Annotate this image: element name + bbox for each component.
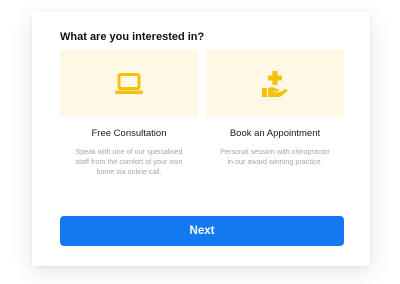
option-title: Free Consultation xyxy=(91,128,167,139)
option-book-appointment[interactable]: Book an Appointment Personal session wit… xyxy=(206,50,344,167)
laptop-icon xyxy=(115,72,143,94)
question-heading: What are you interested in? xyxy=(60,31,205,43)
option-tile[interactable] xyxy=(60,50,198,117)
next-button[interactable]: Next xyxy=(60,216,344,246)
option-free-consultation[interactable]: Free Consultation Speak with one of our … xyxy=(60,50,198,177)
option-title: Book an Appointment xyxy=(229,128,321,139)
option-tile[interactable] xyxy=(206,50,344,117)
option-description: Speak with one of our specialised staff … xyxy=(75,147,183,176)
hand-with-plus-icon xyxy=(262,70,288,97)
interest-card: What are you interested in? Free Consult… xyxy=(32,12,370,266)
option-description: Personal session with chiropractor in ou… xyxy=(220,147,330,166)
